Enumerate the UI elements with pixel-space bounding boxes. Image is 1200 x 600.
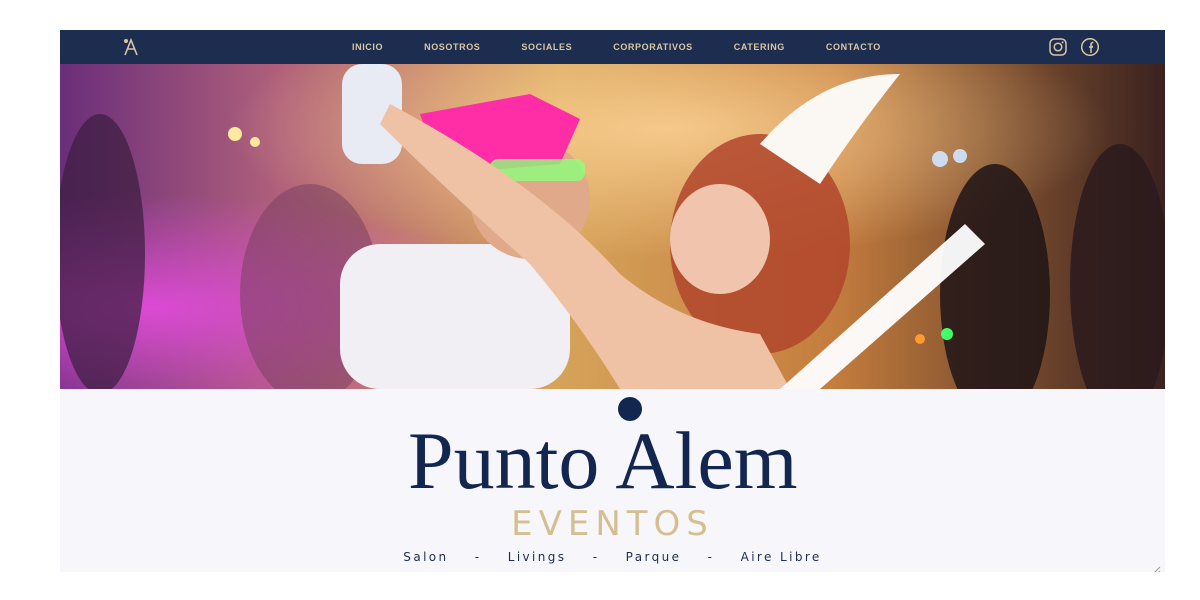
nav-item-inicio[interactable]: INICIO <box>352 42 383 52</box>
brand-name-text: Punto Alem <box>408 415 798 503</box>
nav-item-sociales[interactable]: SOCIALES <box>521 42 572 52</box>
main-menu: INICIO NOSOTROS SOCIALES CORPORATIVOS CA… <box>352 30 922 64</box>
punto-alem-logo: Punto Alem <box>408 397 798 503</box>
separator: - <box>592 550 600 564</box>
venue-aire-libre: Aire Libre <box>740 550 822 564</box>
top-navbar: INICIO NOSOTROS SOCIALES CORPORATIVOS CA… <box>60 30 1165 64</box>
brand-monogram-icon[interactable] <box>123 37 139 56</box>
facebook-icon[interactable] <box>1080 37 1100 57</box>
nav-item-corporativos[interactable]: CORPORATIVOS <box>613 42 693 52</box>
social-links <box>1048 37 1100 57</box>
instagram-icon[interactable] <box>1048 37 1068 57</box>
venue-livings: Livings <box>507 550 567 564</box>
hero-party-photo <box>60 64 1165 389</box>
nav-item-contacto[interactable]: CONTACTO <box>826 42 881 52</box>
separator: - <box>474 550 482 564</box>
nav-item-catering[interactable]: CATERING <box>734 42 785 52</box>
nav-item-nosotros[interactable]: NOSOTROS <box>424 42 480 52</box>
separator: - <box>707 550 715 564</box>
page-frame: INICIO NOSOTROS SOCIALES CORPORATIVOS CA… <box>60 30 1165 572</box>
venue-salon: Salon <box>403 550 449 564</box>
brand-tagline: EVENTOS <box>511 504 714 544</box>
venue-parque: Parque <box>625 550 682 564</box>
venue-types: Salon - Livings - Parque - Aire Libre <box>60 550 1165 564</box>
resize-handle-icon[interactable] <box>1151 562 1161 572</box>
brand-section: Punto Alem EVENTOS Salon - Livings - Par… <box>60 389 1165 572</box>
